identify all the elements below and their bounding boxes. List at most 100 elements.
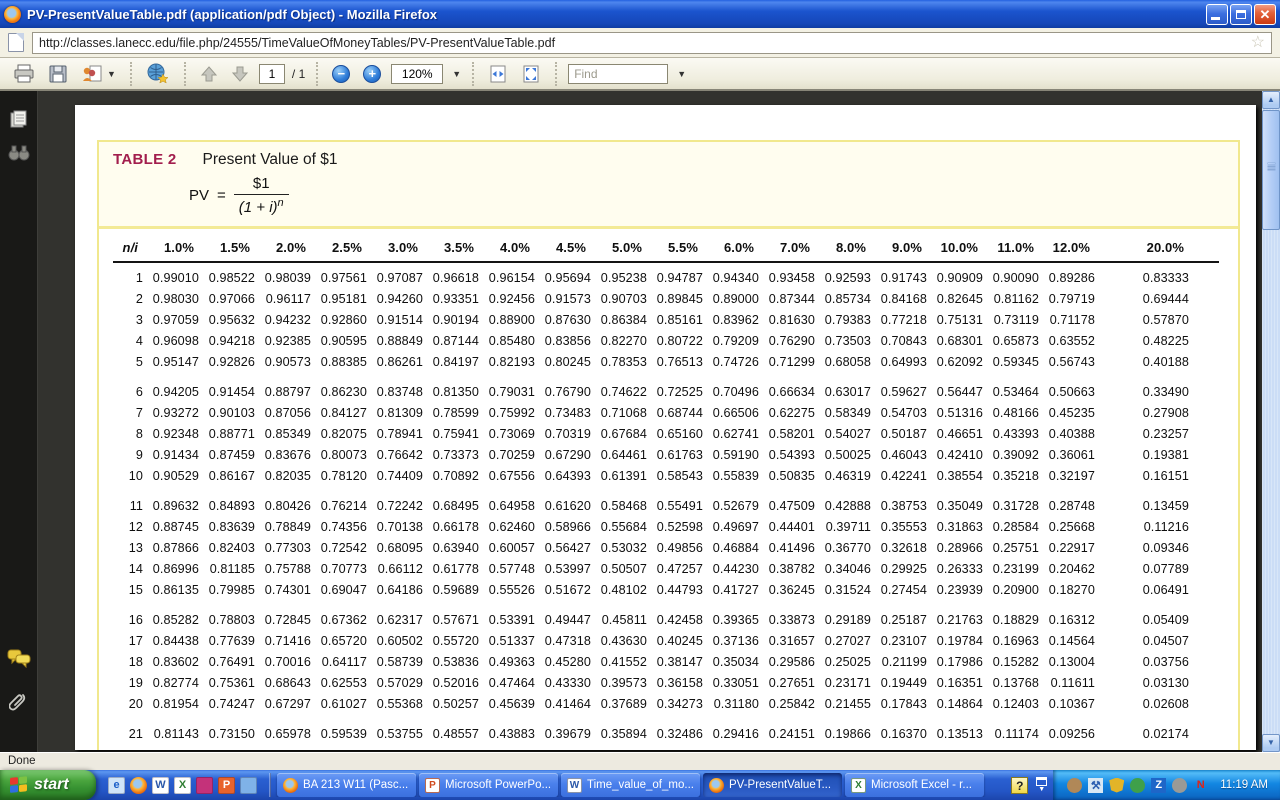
pv-factor-cell: 0.74247 bbox=[199, 694, 255, 715]
vertical-scrollbar[interactable]: ▲ ▼ bbox=[1262, 91, 1280, 752]
page-number-input[interactable] bbox=[259, 64, 285, 84]
pv-factor-cell: 0.80245 bbox=[535, 352, 591, 373]
attachments-paperclip-icon[interactable] bbox=[7, 690, 31, 714]
pv-factor-cell: 0.92348 bbox=[143, 424, 199, 445]
word-icon[interactable]: W bbox=[152, 777, 169, 794]
pv-factor-cell: 0.66112 bbox=[367, 559, 423, 580]
scroll-up-button[interactable]: ▲ bbox=[1262, 91, 1280, 109]
pv-factor-cell: 0.80426 bbox=[255, 496, 311, 517]
pv-factor-cell: 0.56447 bbox=[927, 382, 983, 403]
messenger-icon[interactable] bbox=[240, 777, 257, 794]
powerpoint-icon: P bbox=[425, 778, 440, 793]
period-cell: 24 bbox=[113, 745, 143, 750]
updater-icon[interactable] bbox=[1130, 778, 1145, 793]
snapshot-button[interactable] bbox=[143, 61, 173, 87]
firefox-icon[interactable] bbox=[130, 777, 147, 794]
pv-factor-cell: 0.34273 bbox=[647, 694, 703, 715]
fit-width-button[interactable] bbox=[485, 61, 511, 87]
pv-factor-cell: 0.27027 bbox=[815, 631, 871, 652]
print-button[interactable] bbox=[10, 61, 38, 87]
pv-factor-cell: 0.11611 bbox=[1039, 673, 1095, 694]
pages-panel-icon[interactable] bbox=[7, 107, 31, 131]
pv-factor-cell: 0.91573 bbox=[535, 289, 591, 310]
pv-factor-cell: 0.75788 bbox=[255, 559, 311, 580]
pv-factor-cell: 0.96098 bbox=[143, 331, 199, 352]
save-button[interactable] bbox=[45, 61, 71, 87]
pv-factor-cell: 0.63940 bbox=[423, 538, 479, 559]
access-icon[interactable] bbox=[196, 777, 213, 794]
volume-icon[interactable] bbox=[1172, 778, 1187, 793]
internet-explorer-icon[interactable]: e bbox=[108, 777, 125, 794]
task-button[interactable]: WTime_value_of_mo... bbox=[561, 773, 700, 797]
zoom-level-select[interactable]: 120% bbox=[391, 64, 443, 84]
pv-factor-cell: 0.33490 bbox=[1095, 382, 1189, 403]
floppy-disk-icon bbox=[48, 64, 68, 84]
powerpoint-icon[interactable]: P bbox=[218, 777, 235, 794]
pv-factor-cell: 0.62553 bbox=[311, 673, 367, 694]
zoom-out-button[interactable]: − bbox=[329, 61, 353, 87]
next-page-button[interactable] bbox=[228, 61, 252, 87]
task-button[interactable]: P Microsoft PowerPo... bbox=[419, 773, 558, 797]
excel-icon[interactable]: X bbox=[174, 777, 191, 794]
url-input[interactable]: http://classes.lanecc.edu/file.php/24555… bbox=[32, 32, 1272, 54]
fit-page-button[interactable] bbox=[518, 61, 544, 87]
find-dropdown-caret-icon[interactable]: ▼ bbox=[677, 69, 686, 79]
scroll-down-button[interactable]: ▼ bbox=[1262, 734, 1280, 752]
pv-factor-cell: 0.65978 bbox=[255, 724, 311, 745]
pv-factor-cell: 0.71416 bbox=[255, 631, 311, 652]
pv-factor-cell: 0.87459 bbox=[199, 445, 255, 466]
start-button[interactable]: start bbox=[0, 770, 96, 800]
task-button[interactable]: XMicrosoft Excel - r... bbox=[845, 773, 984, 797]
pv-factor-cell: 0.16351 bbox=[927, 673, 983, 694]
pv-factor-cell: 0.92456 bbox=[479, 289, 535, 310]
pv-factor-cell: 0.27454 bbox=[871, 580, 927, 601]
task-button[interactable]: PV-PresentValueT... bbox=[703, 773, 842, 797]
zoom-dropdown-caret-icon[interactable]: ▼ bbox=[452, 69, 461, 79]
antivirus-shield-icon[interactable] bbox=[1109, 778, 1124, 793]
pv-factor-cell: 0.66506 bbox=[703, 403, 759, 424]
pv-factor-cell: 0.88771 bbox=[199, 424, 255, 445]
row-group-gap bbox=[113, 601, 1238, 610]
task-button[interactable]: BA 213 W11 (Pasc... bbox=[277, 773, 416, 797]
toolbar-separator bbox=[184, 62, 186, 86]
toolbar-chevron-icon[interactable]: ▼ bbox=[1036, 777, 1047, 793]
minimize-button[interactable] bbox=[1206, 4, 1228, 25]
pv-factor-cell: 0.51316 bbox=[927, 403, 983, 424]
previous-page-button[interactable] bbox=[197, 61, 221, 87]
novell-icon[interactable]: N bbox=[1193, 778, 1208, 793]
pdf-page: TABLE 2 Present Value of $1 PV = $1 (1 +… bbox=[75, 105, 1256, 750]
pv-factor-cell: 0.83748 bbox=[367, 382, 423, 403]
scrollbar-thumb[interactable] bbox=[1262, 110, 1280, 230]
column-header-rate: 1.5% bbox=[199, 237, 255, 259]
pv-factor-cell: 0.01258 bbox=[1095, 745, 1189, 750]
search-binoculars-icon[interactable] bbox=[7, 141, 31, 165]
pv-factor-cell: 0.49697 bbox=[703, 517, 759, 538]
pv-factor-cell: 0.55684 bbox=[591, 517, 647, 538]
pv-factor-cell: 0.25842 bbox=[759, 694, 815, 715]
help-icon[interactable]: ? bbox=[1011, 777, 1028, 794]
pv-factor-cell: 0.63552 bbox=[1039, 331, 1095, 352]
windows-flag-icon bbox=[10, 776, 28, 794]
start-label: start bbox=[34, 776, 69, 794]
messenger-face-icon[interactable] bbox=[1067, 778, 1082, 793]
pv-factor-cell: 0.29416 bbox=[703, 724, 759, 745]
table-row: 60.942050.914540.887970.862300.837480.81… bbox=[113, 382, 1238, 403]
network-tool-icon[interactable]: ⚒ bbox=[1088, 778, 1103, 793]
task-button-label: Microsoft PowerPo... bbox=[445, 779, 551, 791]
email-attach-button[interactable]: ▼ bbox=[78, 61, 119, 87]
find-input[interactable] bbox=[568, 64, 668, 84]
taskbar-divider bbox=[269, 773, 271, 797]
pv-factor-cell: 0.67684 bbox=[591, 424, 647, 445]
comments-panel-icon[interactable] bbox=[7, 646, 31, 670]
close-button[interactable]: ✕ bbox=[1254, 4, 1276, 25]
table-row: 110.896320.848930.804260.762140.722420.6… bbox=[113, 496, 1238, 517]
zenworks-icon[interactable]: Z bbox=[1151, 778, 1166, 793]
pv-factor-cell: 0.46884 bbox=[703, 538, 759, 559]
pv-factor-cell: 0.75131 bbox=[927, 310, 983, 331]
pv-factor-cell: 0.03130 bbox=[1095, 673, 1189, 694]
restore-button[interactable] bbox=[1230, 4, 1252, 25]
pv-factor-cell: 0.78849 bbox=[255, 517, 311, 538]
pv-factor-cell: 0.47509 bbox=[759, 496, 815, 517]
zoom-in-button[interactable]: + bbox=[360, 61, 384, 87]
bookmark-star-icon[interactable]: ☆ bbox=[1251, 33, 1265, 53]
